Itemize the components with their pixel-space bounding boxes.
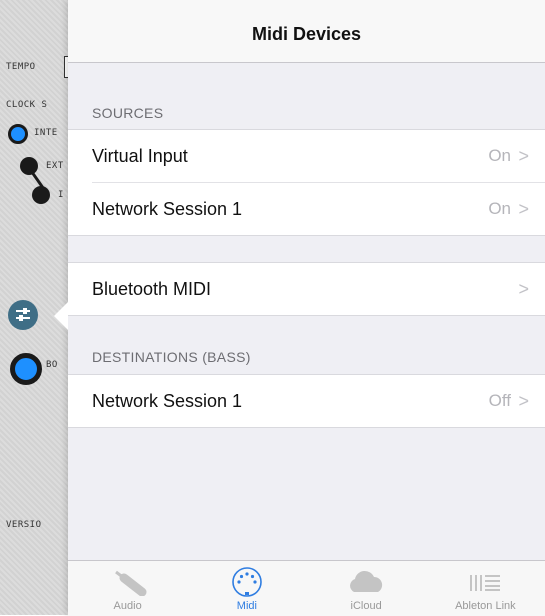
bluetooth-group: Bluetooth MIDI > (68, 262, 545, 316)
list-item-label: Network Session 1 (92, 198, 243, 219)
sliders-icon (16, 308, 30, 321)
clock-external-label: EXT (46, 161, 64, 171)
tab-label: Midi (236, 600, 257, 612)
ableton-link-icon (470, 575, 501, 591)
clock-internal-radio[interactable] (8, 124, 28, 144)
list-item-network-session-source[interactable]: Network Session 1 On > (92, 182, 545, 235)
sources-section-header: SOURCES (92, 105, 164, 121)
audio-cable-icon (114, 570, 147, 596)
list-item-value: On (488, 146, 511, 165)
chevron-right-icon: > (518, 198, 529, 219)
list-item-bluetooth-midi[interactable]: Bluetooth MIDI > (68, 263, 545, 315)
navigation-bar: Midi Devices (68, 0, 545, 63)
list-item-label: Network Session 1 (92, 390, 243, 411)
clock-source-label: CLOCK S (6, 100, 48, 110)
version-label: VERSIO (6, 520, 42, 530)
tab-label: Audio (113, 600, 142, 612)
chevron-right-icon: > (518, 390, 529, 411)
clock-link-label: I (58, 190, 64, 200)
midi-connector-icon (232, 567, 262, 597)
destinations-list: Network Session 1 Off > (68, 374, 545, 428)
list-item-virtual-input[interactable]: Virtual Input On > (68, 130, 545, 182)
list-item-label: Bluetooth MIDI (92, 278, 212, 299)
chevron-right-icon: > (518, 145, 529, 166)
tab-label: iCloud (350, 600, 382, 612)
tab-icloud[interactable]: iCloud (307, 561, 426, 616)
tab-midi[interactable]: Midi (187, 561, 306, 616)
clock-external-radio[interactable] (20, 157, 38, 175)
cloud-icon (350, 570, 383, 592)
clock-link-radio[interactable] (32, 186, 50, 204)
tab-bar: Audio Midi iCloud Ableton Link (68, 560, 545, 616)
bo-label: BO (46, 360, 58, 370)
clock-internal-label: INTE (34, 128, 58, 138)
list-item-value: Off (488, 391, 511, 410)
tempo-label: TEMPO (6, 62, 36, 72)
list-item-label: Virtual Input (92, 145, 188, 166)
destinations-section-header: DESTINATIONS (BASS) (92, 349, 251, 365)
tab-label: Ableton Link (455, 600, 516, 612)
list-item-network-session-destination[interactable]: Network Session 1 Off > (68, 375, 545, 427)
tab-ableton-link[interactable]: Ableton Link (426, 561, 545, 616)
bo-radio[interactable] (10, 353, 42, 385)
chevron-right-icon: > (518, 278, 529, 299)
popover-arrow (54, 302, 68, 330)
tab-audio[interactable]: Audio (68, 561, 187, 616)
list-item-value: On (488, 199, 511, 218)
mixer-button[interactable] (8, 300, 38, 330)
sources-list: Virtual Input On > Network Session 1 On … (68, 129, 545, 236)
midi-devices-popover: Midi Devices SOURCES Virtual Input On > … (68, 0, 545, 616)
page-title: Midi Devices (251, 24, 362, 44)
